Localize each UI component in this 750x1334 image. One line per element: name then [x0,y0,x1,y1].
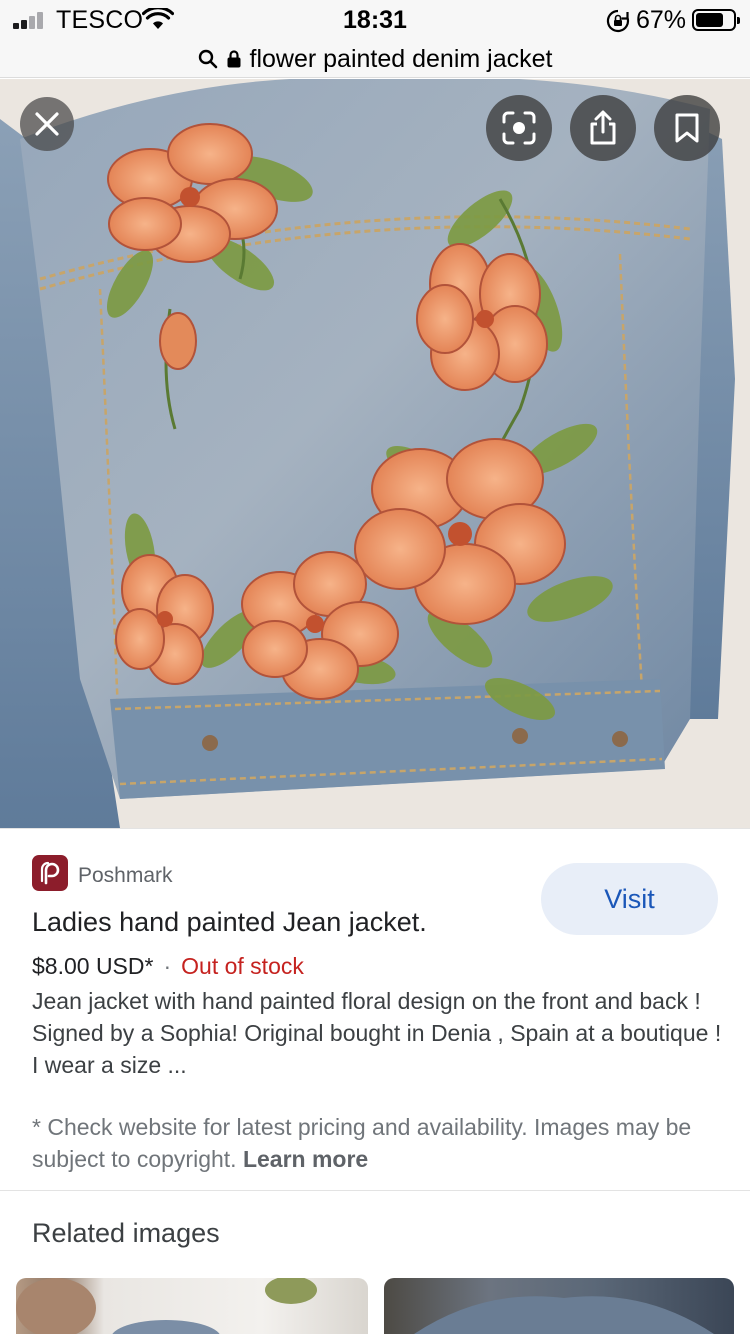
lens-icon [502,111,536,145]
result-title[interactable]: Ladies hand painted Jean jacket. [32,907,427,938]
visit-button[interactable]: Visit [541,863,718,935]
related-image-thumbnail[interactable] [16,1278,368,1334]
url-query[interactable]: flower painted denim jacket [250,45,553,74]
related-image-thumbnail[interactable] [384,1278,734,1334]
denim-jacket-image [0,79,750,828]
battery-icon [692,9,740,31]
close-icon [35,112,59,136]
url-bar[interactable]: flower painted denim jacket [0,40,750,78]
battery-percent: 67% [636,6,687,34]
lens-button[interactable] [486,95,552,161]
lock-icon [227,50,241,68]
share-button[interactable] [570,95,636,161]
bookmark-button[interactable] [654,95,720,161]
poshmark-logo-icon [32,855,68,891]
separator-dot: · [163,953,172,979]
price-row: $8.00 USD* · Out of stock [32,953,304,980]
price: $8.00 USD* [32,953,154,979]
related-images-heading: Related images [32,1218,220,1248]
close-button[interactable] [20,97,74,151]
bookmark-icon [675,113,699,143]
rotation-lock-icon [606,9,630,33]
related-image-1 [16,1278,317,1334]
stock-status: Out of stock [181,953,304,979]
divider [0,1190,750,1191]
share-icon [590,110,616,145]
search-icon [198,49,217,69]
related-image-2 [414,1296,714,1334]
status-bar: TESCO 18:31 67% [0,0,750,40]
result-info-card: Poshmark Visit Ladies hand painted Jean … [0,828,750,1190]
learn-more-link[interactable]: Learn more [243,1146,368,1172]
result-description: Jean jacket with hand painted floral des… [32,988,722,1078]
disclaimer: * Check website for latest pricing and a… [32,1111,722,1175]
source-name[interactable]: Poshmark [78,864,173,888]
result-image[interactable] [0,79,750,828]
